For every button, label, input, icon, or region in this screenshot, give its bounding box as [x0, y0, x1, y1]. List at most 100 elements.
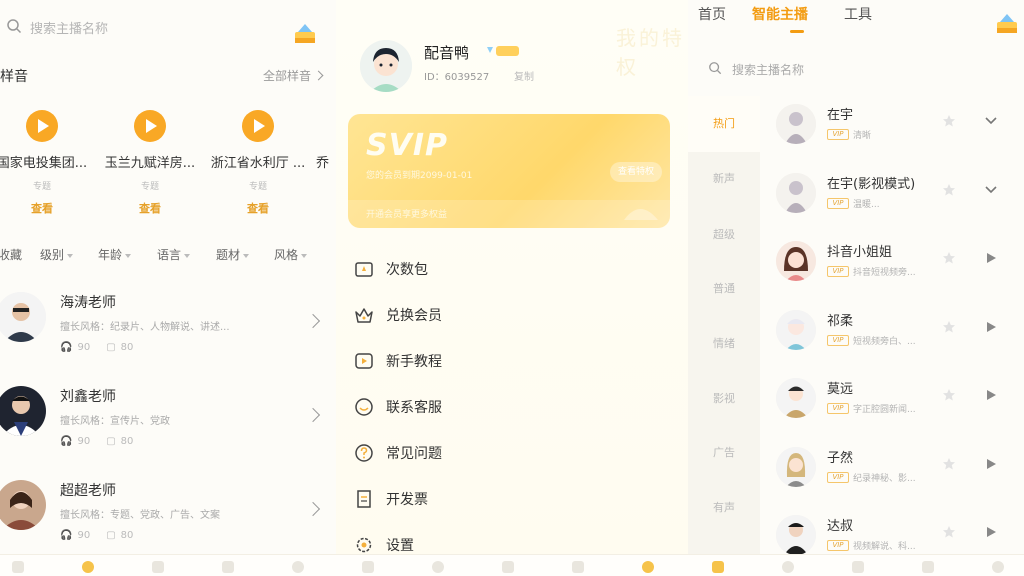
menu-item-invoice[interactable]: 开发票 [354, 484, 654, 514]
sample-card[interactable]: 玉兰九赋洋房... 专题 查看 [100, 110, 200, 220]
voice-row[interactable]: 在宇 VIP 清晰 [776, 104, 1016, 164]
nav-anchor-icon[interactable] [782, 561, 794, 573]
voice-row[interactable]: 子然 VIP 纪录神秘、影... [776, 447, 1016, 507]
avatar [776, 104, 816, 144]
tab-smart-anchor[interactable]: 智能主播 [752, 4, 808, 24]
svip-card[interactable]: SVIP 您的会员到期2099-01-01 查看特权 开通会员享更多权益 [348, 114, 670, 228]
star-icon[interactable] [942, 457, 956, 471]
filter-favorites[interactable]: 收藏 [0, 246, 22, 263]
category-super[interactable]: 超级 [688, 226, 760, 242]
nav-profile-icon[interactable] [642, 561, 654, 573]
search-input[interactable]: 搜索主播名称 [732, 61, 804, 78]
play-icon[interactable] [134, 110, 166, 142]
voice-row[interactable]: 抖音小姐姐 VIP 抖音短视频旁... [776, 241, 1016, 301]
vip-badge: VIP [827, 472, 849, 483]
nav-home-icon[interactable] [12, 561, 24, 573]
voice-row[interactable]: 在宇(影视模式) VIP 温暖... [776, 173, 1016, 233]
nav-anchor-icon[interactable] [82, 561, 94, 573]
filter-age[interactable]: 年龄 [98, 246, 132, 263]
voice-row[interactable]: 祁柔 VIP 短视频旁白、... [776, 310, 1016, 370]
play-icon[interactable] [984, 251, 998, 265]
nav-works-icon[interactable] [222, 561, 234, 573]
play-icon[interactable] [984, 525, 998, 539]
star-icon[interactable] [942, 183, 956, 197]
chevron-right-icon[interactable] [305, 501, 321, 517]
sample-card[interactable]: 乔 [316, 110, 336, 220]
play-icon[interactable] [26, 110, 58, 142]
nav-tools-icon[interactable] [502, 561, 514, 573]
vip-crown-icon[interactable] [994, 10, 1020, 36]
search-input[interactable]: 搜索主播名称 [30, 18, 108, 37]
category-hot[interactable]: 热门 [688, 96, 760, 152]
nav-profile-icon[interactable] [292, 561, 304, 573]
teacher-row[interactable]: 海涛老师 擅长风格：纪录片、人物解说、讲述... 🎧 90 ▢ 80 [0, 292, 336, 382]
chevron-right-icon[interactable] [305, 313, 321, 329]
filter-style[interactable]: 风格 [274, 246, 308, 263]
play-icon[interactable] [984, 388, 998, 402]
avatar [0, 386, 46, 436]
category-new[interactable]: 新声 [688, 170, 760, 186]
nav-tools-icon[interactable] [852, 561, 864, 573]
chevron-down-icon[interactable] [984, 114, 998, 128]
star-icon[interactable] [942, 388, 956, 402]
tab-tools[interactable]: 工具 [844, 4, 872, 24]
profile-panel: 我的特权 配音鸭 ID：6039527 复制 SVIP 您的会员到期2099-0… [336, 0, 688, 576]
chevron-right-icon[interactable] [305, 407, 321, 423]
menu-item-redeem-member[interactable]: 兑换会员 [354, 300, 654, 330]
vip-crown-icon[interactable] [292, 20, 318, 46]
copy-button[interactable]: 复制 [514, 68, 534, 83]
smile-icon [355, 398, 373, 416]
avatar [776, 310, 816, 350]
vip-badge: VIP [827, 403, 849, 414]
sample-card[interactable]: 国家电投集团... 专题 查看 [0, 110, 92, 220]
decoration-icon [624, 209, 658, 220]
star-icon[interactable] [942, 320, 956, 334]
nav-works-icon[interactable] [572, 561, 584, 573]
menu-item-customer-service[interactable]: 联系客服 [354, 392, 654, 422]
ticket-icon [355, 262, 373, 277]
headphones-icon: 🎧 90 [60, 342, 91, 353]
invoice-icon [357, 490, 371, 508]
document-icon: ▢ 80 [106, 530, 134, 541]
tab-home[interactable]: 首页 [698, 4, 726, 24]
voice-row[interactable]: 莫远 VIP 字正腔圆新闻... [776, 378, 1016, 438]
view-privileges-button[interactable]: 查看特权 [610, 162, 662, 182]
category-film[interactable]: 影视 [688, 390, 760, 406]
menu-item-tutorial[interactable]: 新手教程 [354, 346, 654, 376]
nav-home-icon[interactable] [362, 561, 374, 573]
play-icon[interactable] [984, 320, 998, 334]
nav-tools-icon[interactable] [152, 561, 164, 573]
video-icon [355, 353, 373, 369]
all-samples-link[interactable]: 全部样音 [263, 67, 324, 84]
filter-topic[interactable]: 题材 [216, 246, 250, 263]
menu-item-faq[interactable]: 常见问题 [354, 438, 654, 468]
nav-profile-icon[interactable] [992, 561, 1004, 573]
category-normal[interactable]: 普通 [688, 280, 760, 296]
category-emotion[interactable]: 情绪 [688, 335, 760, 351]
filter-level[interactable]: 级别 [40, 246, 74, 263]
view-button[interactable]: 查看 [208, 200, 308, 216]
nav-anchor-icon[interactable] [432, 561, 444, 573]
search-bar[interactable]: 搜索主播名称 [0, 8, 336, 44]
bottom-nav-bar [0, 554, 1024, 576]
chevron-down-icon[interactable] [984, 183, 998, 197]
star-icon[interactable] [942, 525, 956, 539]
search-bar[interactable]: 搜索主播名称 [704, 52, 1016, 84]
play-icon[interactable] [242, 110, 274, 142]
star-icon[interactable] [942, 114, 956, 128]
view-button[interactable]: 查看 [0, 200, 92, 216]
category-audio[interactable]: 有声 [688, 499, 760, 515]
play-icon[interactable] [984, 457, 998, 471]
star-icon[interactable] [942, 251, 956, 265]
nav-works-icon[interactable] [922, 561, 934, 573]
nav-home-icon[interactable] [712, 561, 724, 573]
view-button[interactable]: 查看 [100, 200, 200, 216]
vip-badge: VIP [827, 335, 849, 346]
vip-badge-icon [487, 46, 519, 56]
sample-card[interactable]: 浙江省水利厅 ... 专题 查看 [208, 110, 308, 220]
avatar[interactable] [360, 40, 412, 92]
menu-item-count-pack[interactable]: 次数包 [354, 254, 654, 284]
teacher-row[interactable]: 刘鑫老师 擅长风格：宣传片、党政 🎧 90 ▢ 80 [0, 386, 336, 476]
category-ad[interactable]: 广告 [688, 444, 760, 460]
filter-language[interactable]: 语言 [157, 246, 191, 263]
